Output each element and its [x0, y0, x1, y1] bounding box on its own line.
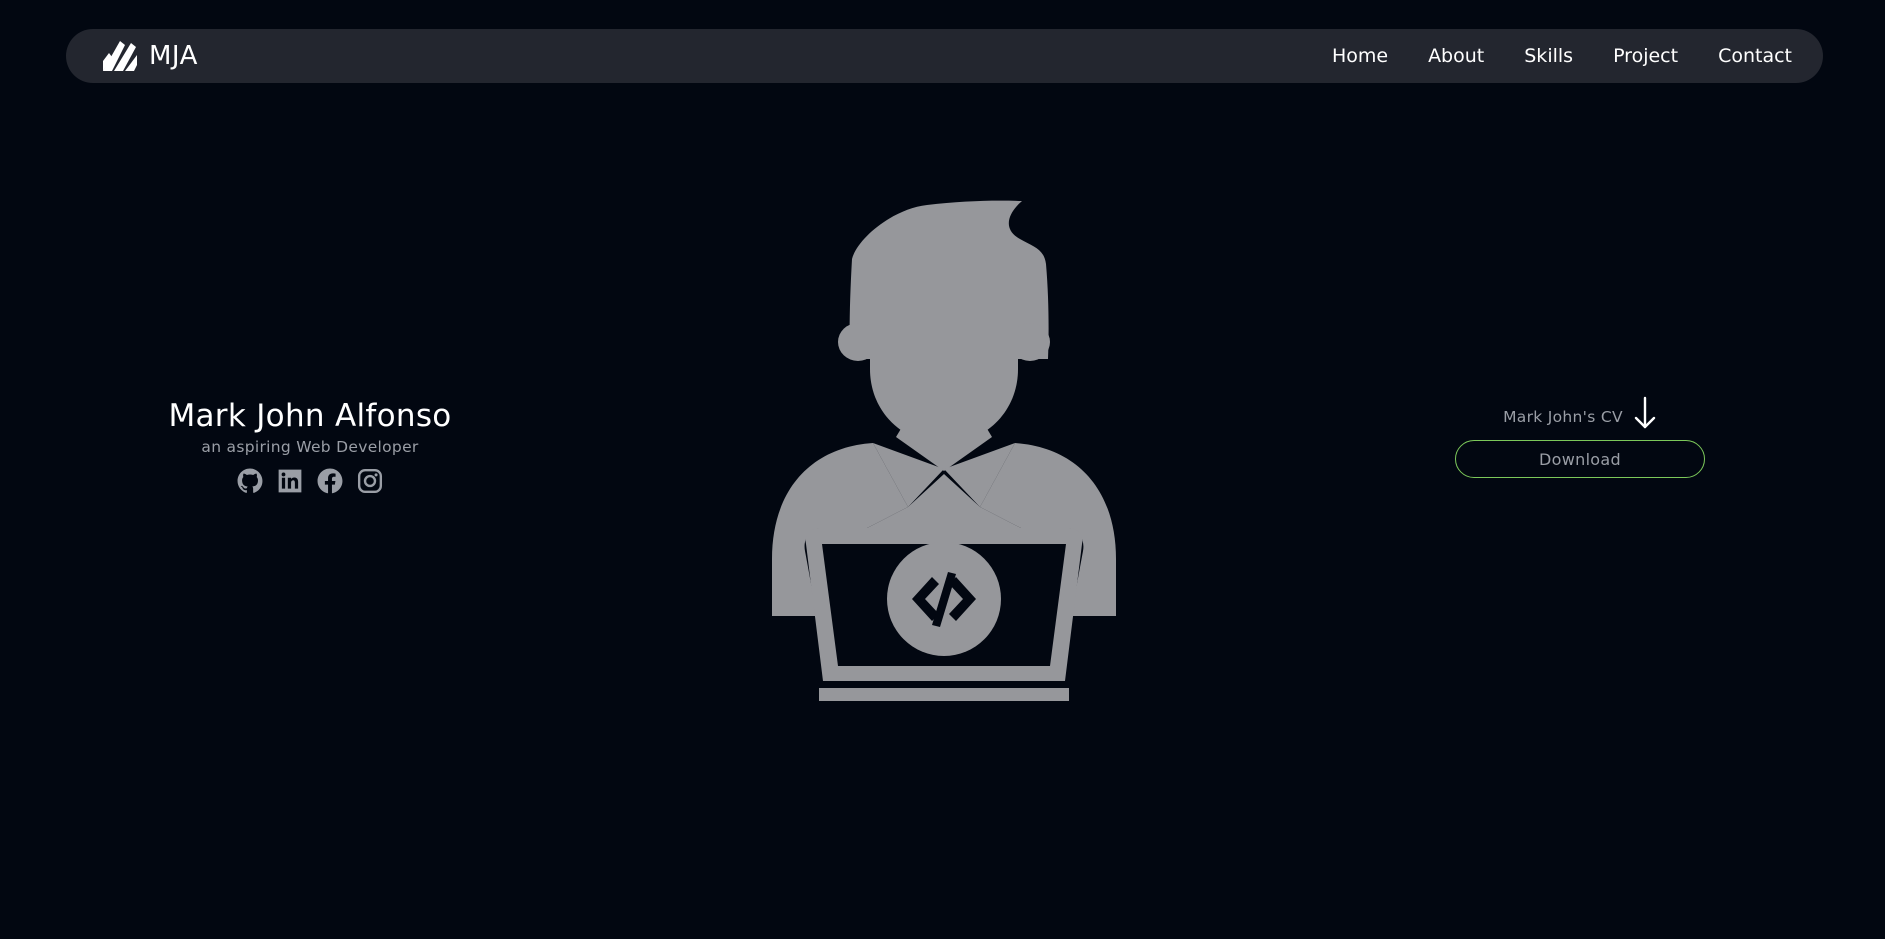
nav-link-skills[interactable]: Skills — [1524, 45, 1573, 67]
page: MJA Home About Skills Project Contact Ma… — [0, 0, 1885, 939]
nav-link-about[interactable]: About — [1428, 45, 1484, 67]
nav-link-project[interactable]: Project — [1613, 45, 1678, 67]
linkedin-icon — [278, 469, 302, 493]
github-link[interactable] — [237, 468, 263, 494]
nav-links: Home About Skills Project Contact — [1332, 29, 1792, 83]
facebook-icon — [317, 468, 343, 494]
facebook-link[interactable] — [317, 468, 343, 494]
profile-role: an aspiring Web Developer — [201, 438, 419, 456]
intro-section: Mark John Alfonso an aspiring Web Develo… — [150, 398, 470, 494]
download-cv-button[interactable]: Download — [1455, 440, 1705, 478]
instagram-link[interactable] — [357, 468, 383, 494]
profile-name: Mark John Alfonso — [168, 398, 452, 434]
cv-label: Mark John's CV — [1503, 408, 1623, 426]
navbar: MJA Home About Skills Project Contact — [66, 29, 1823, 83]
nav-link-contact[interactable]: Contact — [1718, 45, 1792, 67]
linkedin-link[interactable] — [277, 468, 303, 494]
developer-avatar-icon — [772, 200, 1116, 701]
nav-link-home[interactable]: Home — [1332, 45, 1388, 67]
instagram-icon — [357, 468, 383, 494]
mja-logo-icon — [103, 41, 137, 71]
social-links — [150, 468, 470, 494]
brand-name: MJA — [149, 41, 198, 71]
cv-header: Mark John's CV — [1455, 392, 1705, 430]
cv-section: Mark John's CV Download — [1455, 392, 1705, 478]
arrow-down-icon — [1634, 396, 1656, 429]
brand-link[interactable]: MJA — [103, 29, 198, 83]
github-icon — [237, 468, 263, 493]
